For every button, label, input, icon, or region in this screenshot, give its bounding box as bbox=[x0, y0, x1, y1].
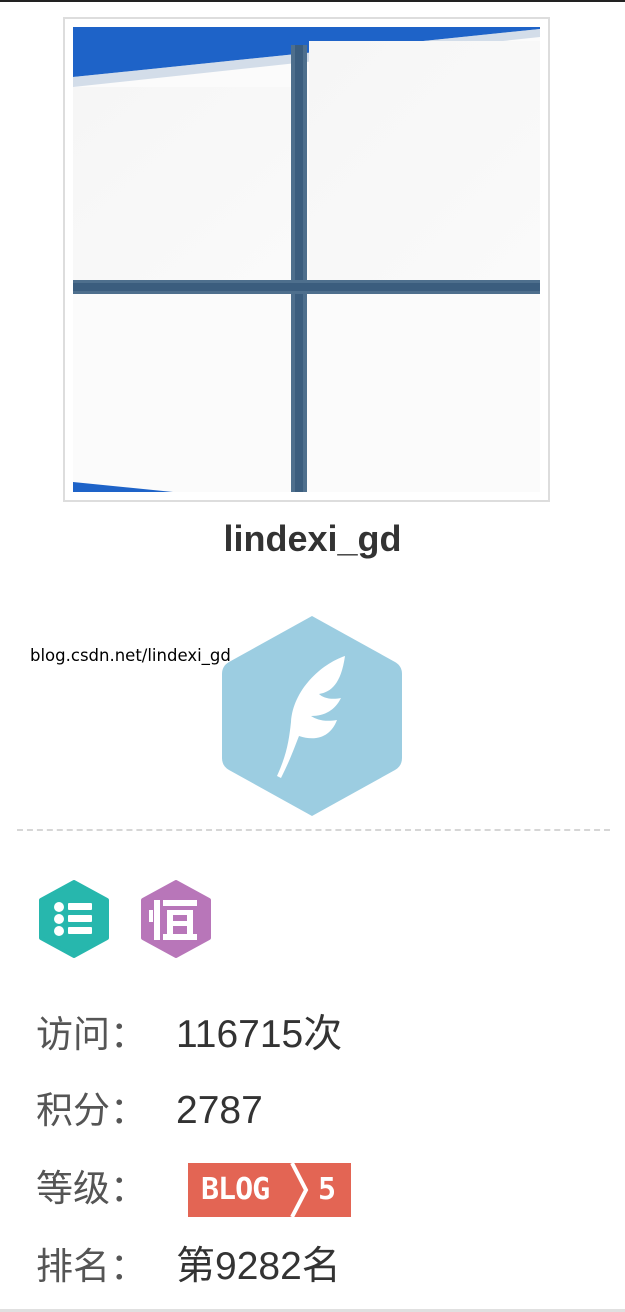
visits-label: 访问： bbox=[36, 1013, 147, 1056]
feather-hexagon-icon bbox=[219, 612, 405, 822]
blog-badge-level: 5 bbox=[318, 1172, 337, 1207]
top-rule bbox=[0, 0, 625, 2]
heng-icon[interactable] bbox=[138, 880, 214, 962]
windows-logo-icon bbox=[73, 27, 540, 492]
rank-value: 第9282名 bbox=[176, 1245, 341, 1288]
blog-url-link[interactable]: blog.csdn.net/lindexi_gd bbox=[30, 644, 231, 668]
avatar[interactable] bbox=[63, 17, 550, 502]
visits-value: 116715次 bbox=[176, 1013, 343, 1056]
rank-label: 排名： bbox=[36, 1245, 147, 1288]
blog-level-badge[interactable]: BLOG 5 bbox=[188, 1163, 351, 1217]
username[interactable]: lindexi_gd bbox=[0, 514, 625, 564]
level-label: 等级： bbox=[36, 1167, 147, 1210]
blog-badge-text: BLOG bbox=[201, 1172, 270, 1207]
points-label: 积分： bbox=[36, 1089, 147, 1132]
points-value: 2787 bbox=[176, 1089, 263, 1132]
list-icon[interactable] bbox=[36, 880, 112, 962]
dashed-divider bbox=[17, 829, 610, 831]
